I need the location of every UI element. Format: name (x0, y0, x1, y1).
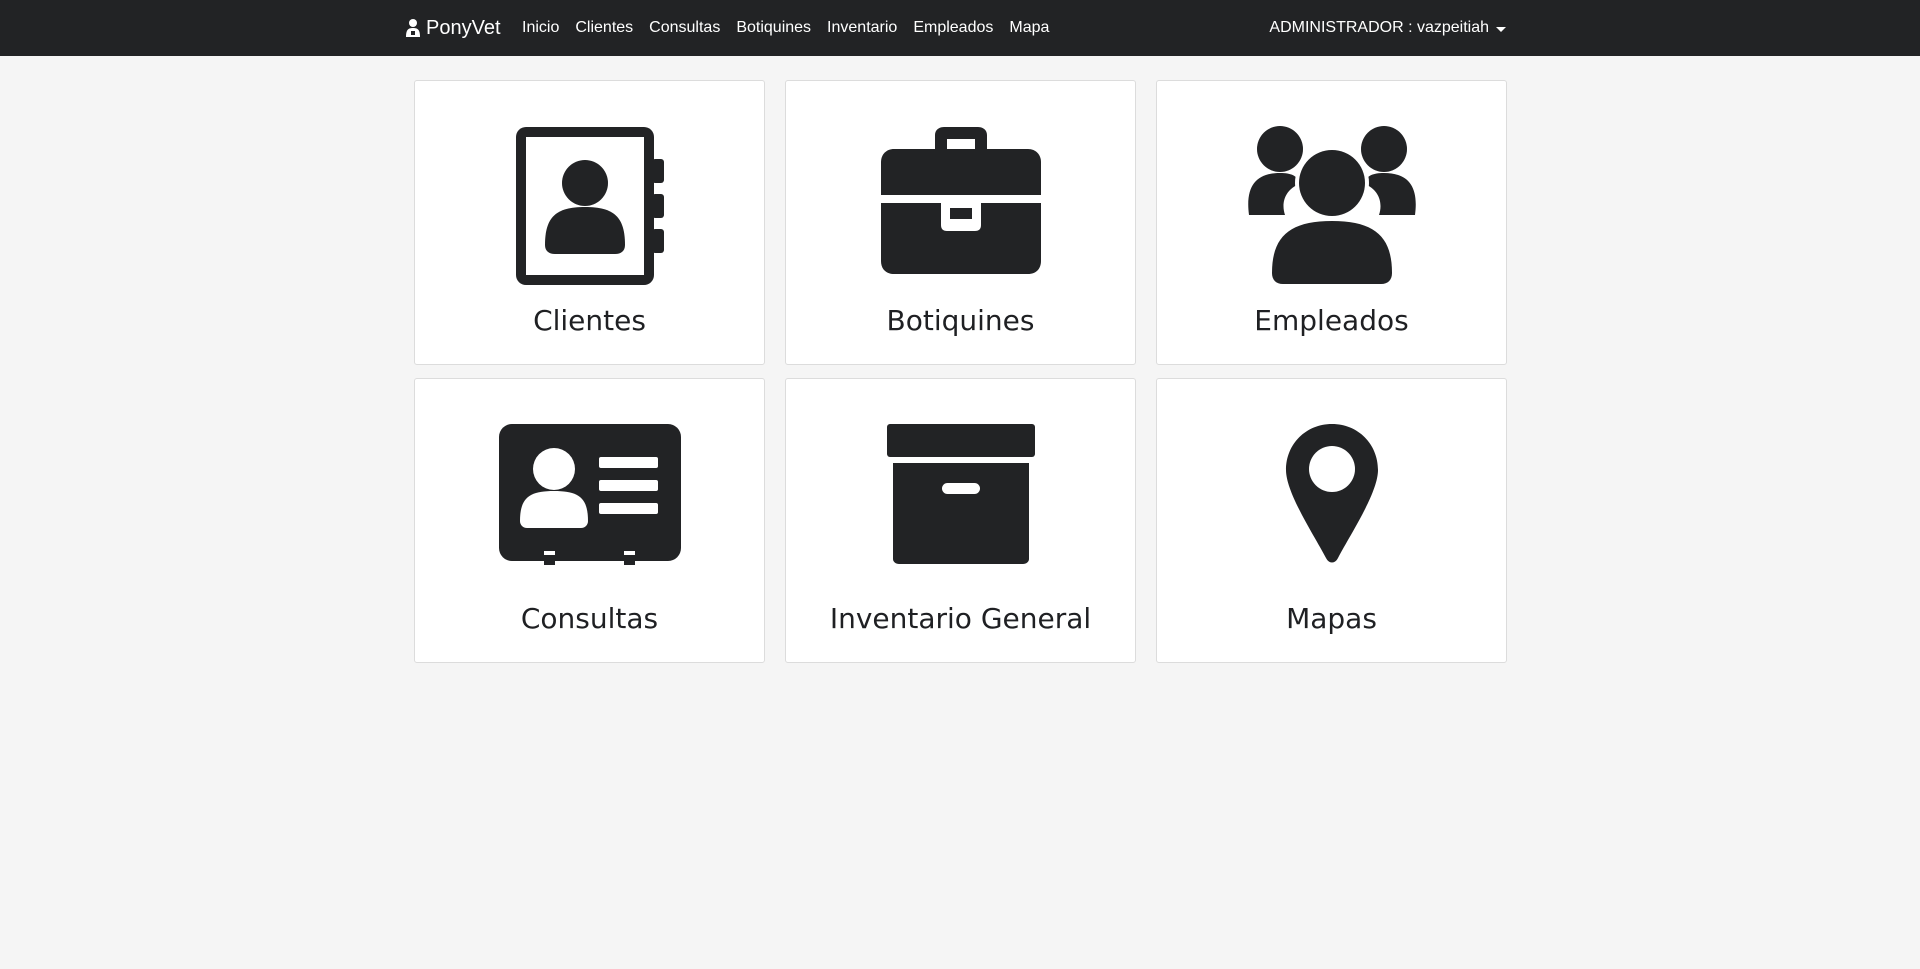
card-title-mapas: Mapas (1286, 602, 1377, 635)
nav-link-mapa[interactable]: Mapa (1009, 19, 1049, 37)
nav-link-empleados[interactable]: Empleados (913, 19, 993, 37)
archive-box-icon (886, 424, 1035, 564)
dashboard-grid: Clientes Botiquines Empleados Consultas … (414, 80, 1507, 663)
card-consultas[interactable]: Consultas (414, 378, 765, 663)
card-title-consultas: Consultas (520, 602, 659, 635)
user-menu-label: ADMINISTRADOR : vazpeitiah (1269, 19, 1489, 36)
id-card-icon (498, 424, 681, 565)
user-menu-dropdown[interactable]: ADMINISTRADOR : vazpeitiah (1269, 0, 1506, 56)
card-title-empleados: Empleados (1254, 304, 1409, 337)
caret-down-icon (1496, 26, 1506, 32)
card-botiquines[interactable]: Botiquines (785, 80, 1136, 365)
nav-link-inicio[interactable]: Inicio (522, 19, 559, 37)
address-book-icon (515, 127, 664, 285)
brand-link[interactable]: PonyVet (404, 0, 501, 56)
card-inventario-general[interactable]: Inventario General (785, 378, 1136, 663)
nav-link-consultas[interactable]: Consultas (649, 19, 720, 37)
card-title-botiquines: Botiquines (886, 304, 1035, 337)
briefcase-icon (880, 127, 1041, 274)
users-icon (1247, 126, 1416, 287)
card-mapas[interactable]: Mapas (1156, 378, 1507, 663)
nav-link-botiquines[interactable]: Botiquines (736, 19, 811, 37)
top-navbar: PonyVet Inicio Clientes Consultas Botiqu… (0, 0, 1920, 56)
card-title-clientes: Clientes (533, 304, 646, 337)
card-title-inventario-general: Inventario General (829, 602, 1092, 635)
nav-link-inventario[interactable]: Inventario (827, 19, 897, 37)
card-empleados[interactable]: Empleados (1156, 80, 1507, 365)
card-clientes[interactable]: Clientes (414, 80, 765, 365)
map-marker-icon (1285, 424, 1378, 563)
brand-name: PonyVet (426, 17, 501, 39)
vet-person-icon (406, 19, 420, 37)
nav-link-clientes[interactable]: Clientes (575, 19, 633, 37)
main-nav: Inicio Clientes Consultas Botiquines Inv… (522, 0, 1049, 56)
